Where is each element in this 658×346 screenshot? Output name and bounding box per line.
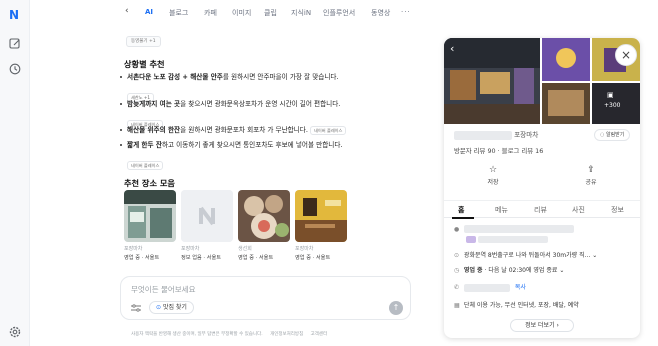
blurred-place-name [454,130,512,140]
left-sidebar: N [0,0,30,346]
copy-phone-button[interactable]: 복사 [515,284,526,291]
hours-row[interactable]: ◷ 영업 중 · 다음 날 02:30에 영업 종료 ⌄ [454,265,564,274]
places-heading: 추천 장소 모음 [124,178,175,188]
tab-video[interactable]: 동영상 [371,8,390,18]
place-photo-placeholder [181,190,233,242]
source-chip[interactable]: 네이버 플레이스 [127,161,164,170]
place-card[interactable]: 생선회 영업 중 · 서울트 [238,190,290,261]
photo-gallery[interactable]: ‹ ▣ +300 [444,38,640,124]
detail-tabs: 홈 메뉴 리뷰 사진 정보 [444,200,640,219]
tab-cafe[interactable]: 카페 [204,8,217,18]
question-input[interactable]: 무엇이든 물어보세요 [131,284,195,295]
recommendation-item: 짧게 한두 잔하고 이동하기 좋게 찾으시면 통인포차도 후보에 넣어볼 만합니… [120,141,412,171]
review-counts[interactable]: 방문자 리뷰 90 · 블로그 리뷰 16 [454,146,543,155]
support-link[interactable]: 고객센터 [311,332,328,337]
route-icon: ⊙ [454,252,460,259]
chevron-right-icon: › [556,322,559,329]
edit-icon[interactable] [8,37,22,51]
source-chip[interactable]: 네이버 플레이스 [310,126,347,135]
recommendation-item: 해산물 위주의 한잔을 원하시면 광화문포차 회포차 가 무난합니다. 네이버 … [120,126,412,135]
search-icon: ⊙ [156,304,162,311]
pin-icon: ● [454,225,460,233]
search-tabs: ‹ AI 블로그 카페 이미지 클립 지식iN 인플루언서 동영상 ··· [115,0,415,26]
place-card[interactable]: 포장마차 영업 중 · 서울트 [124,190,176,261]
blurred-address [463,225,574,233]
close-icon[interactable]: × [615,44,637,66]
clock-icon: ◷ [454,267,460,274]
tab-blog[interactable]: 블로그 [169,8,188,18]
notify-button[interactable]: ◌ 알림받기 [594,129,631,141]
tab-influencer[interactable]: 인플루언서 [323,8,355,18]
star-icon: ☆ [488,165,498,175]
find-restaurant-chip[interactable]: ⊙ 맛집 찾기 [149,301,194,314]
back-chevron-icon[interactable]: ‹ [450,42,454,55]
tab-ai[interactable]: AI [145,8,153,16]
phone-icon: ✆ [454,284,460,291]
directions-row[interactable]: ⊙ 광화문역 8번출구로 나와 뒤돌아서 30m가량 직... ⌄ [454,250,597,259]
naver-logo[interactable]: N [9,8,19,22]
tab-clip[interactable]: 클립 [264,8,277,18]
blurred-phone [463,283,510,292]
source-pill[interactable]: 동영불기 +1 [126,36,161,47]
place-name: 포장마차 [454,129,538,140]
settings-icon[interactable] [8,325,22,339]
more-info-button[interactable]: 정보 더보기 › [510,319,574,332]
place-detail-panel: ‹ ▣ +300 포장마차 ◌ 알림받기 방문자 리뷰 90 · 블로그 리뷰 … [444,38,640,338]
chevron-down-icon[interactable]: ⌄ [592,252,597,259]
photo-count: +300 [604,102,621,109]
situation-heading: 상황별 추천 [124,59,165,69]
filter-icon[interactable] [131,304,141,312]
share-icon: ⇪ [587,165,595,175]
tab-info[interactable]: 정보 [611,205,624,215]
save-place-button[interactable]: ☆ 저장 [444,165,542,186]
tab-home[interactable]: 홈 [458,205,464,215]
place-card[interactable]: 포장마차 정보 업음 · 서울트 [181,190,233,261]
bell-icon: ◌ [600,132,605,138]
tab-menu[interactable]: 메뉴 [495,205,508,215]
footer: 사용자 맥락을 반영해 생산 중이며, 일부 답변은 부정확할 수 있습니다. … [131,332,328,337]
more-tabs-icon[interactable]: ··· [401,8,411,16]
place-photo [238,190,290,242]
store-icon: ▦ [454,302,460,309]
recommendation-item: 서촌다운 노포 감성 + 해산물 안주를 원하시면 안주마을이 가장 잘 맞습니… [120,73,412,103]
chevron-down-icon[interactable]: ⌄ [559,267,564,274]
address-blur-row [466,236,548,245]
share-button[interactable]: ⇪ 공유 [542,165,640,186]
tab-image[interactable]: 이미지 [232,8,251,18]
privacy-link[interactable]: 개인정보처리방침 [270,332,303,337]
back-chevron-icon[interactable]: ‹ [125,6,129,16]
place-photo [295,190,347,242]
ai-answer-panel: ‹ AI 블로그 카페 이미지 클립 지식iN 인플루언서 동영상 ··· 동영… [115,0,415,346]
photo-icon: ▣ [607,91,614,99]
tab-review[interactable]: 리뷰 [534,205,547,215]
question-box[interactable]: 무엇이든 물어보세요 ⊙ 맛집 찾기 ↑ [120,276,411,320]
tab-kin[interactable]: 지식iN [291,8,311,18]
place-photo [124,190,176,242]
place-card[interactable]: 포장마차 영업 중 · 서울트 [295,190,347,261]
phone-row: ✆ 복사 [454,282,526,292]
send-arrow-icon[interactable]: ↑ [389,301,403,315]
tab-photo[interactable]: 사진 [572,205,585,215]
history-icon[interactable] [8,62,22,76]
services-row: ▦ 단체 이용 가능, 무선 인터넷, 포장, 배달, 예약 [454,302,579,309]
address-row: ● [454,225,574,233]
